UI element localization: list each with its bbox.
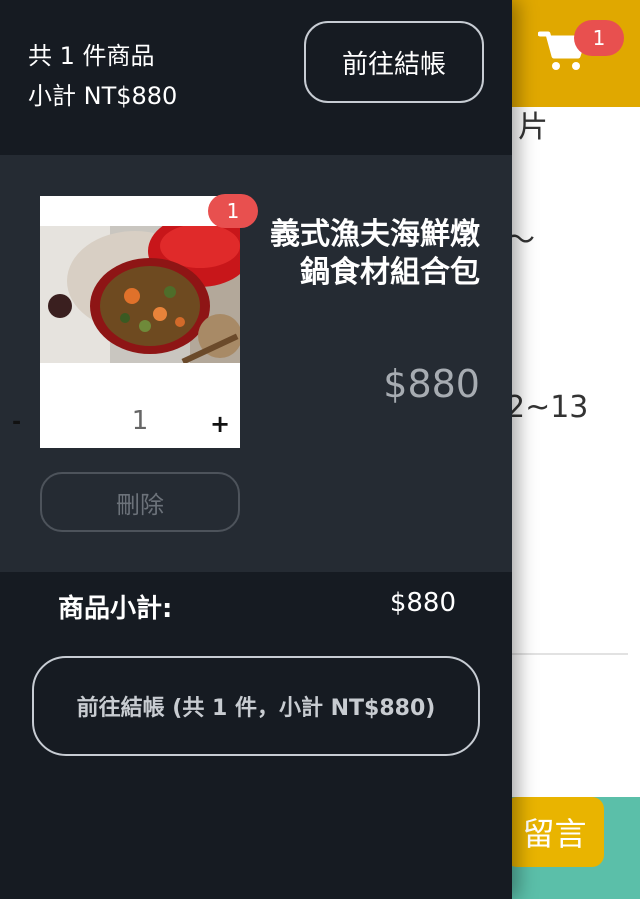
subtotal-label: 商品小計: bbox=[58, 594, 173, 624]
cart-item-count: 共 1 件商品 bbox=[28, 42, 155, 70]
subtotal-value: $880 bbox=[389, 588, 456, 618]
delete-item-button[interactable]: 刪除 bbox=[40, 472, 240, 532]
page-text-fragment: 片 bbox=[518, 110, 548, 145]
quantity-value: 1 bbox=[131, 406, 149, 436]
product-price: $880 bbox=[383, 362, 480, 406]
cart-subtotal: 小計 NT$880 bbox=[28, 82, 178, 110]
page-text-fragment: 2~13 bbox=[506, 390, 589, 425]
cart-drawer: 共 1 件商品 小計 NT$880 前往結帳 - 1 + 1 義式漁夫海鮮燉鍋食… bbox=[0, 0, 512, 899]
checkout-button-top[interactable]: 前往結帳 bbox=[304, 21, 484, 103]
cart-count-badge: 1 bbox=[574, 20, 624, 56]
checkout-button-bottom[interactable]: 前往結帳 (共 1 件，小計 NT$880) bbox=[32, 656, 480, 756]
product-image[interactable] bbox=[40, 226, 240, 363]
message-button[interactable]: 留言 bbox=[505, 797, 604, 867]
item-quantity-badge: 1 bbox=[208, 194, 258, 228]
divider bbox=[512, 653, 628, 655]
product-title: 義式漁夫海鮮燉鍋食材組合包 bbox=[270, 217, 480, 290]
quantity-increment-button[interactable]: + bbox=[210, 410, 230, 438]
